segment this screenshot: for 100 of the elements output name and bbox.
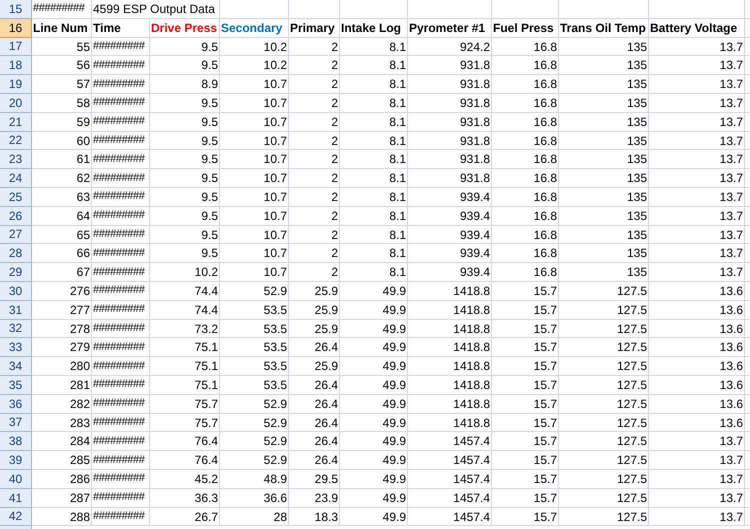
cell-text: 8.1 — [388, 38, 407, 56]
cell-text: 127.5 — [616, 433, 648, 450]
cell-text: 288 — [68, 508, 91, 526]
cell-text: 16.8 — [532, 38, 558, 56]
row-number[interactable]: 27 — [0, 226, 32, 244]
cell-text: 1418.8 — [452, 358, 491, 376]
row-number[interactable]: 16 — [0, 18, 32, 38]
cell-text: Trans Oil Temp — [559, 20, 647, 37]
row-number[interactable]: 32 — [0, 320, 32, 338]
cell-text: 15.7 — [532, 508, 558, 526]
cell-text: 53.5 — [262, 302, 288, 319]
cell-text: 13.6 — [718, 320, 744, 338]
row-number[interactable]: 28 — [0, 244, 32, 264]
cell-text: 15.7 — [532, 339, 558, 356]
cell-text: 13.7 — [718, 170, 744, 188]
cell-text: 13.6 — [718, 414, 744, 432]
cell-text: 13.7 — [718, 433, 744, 450]
row-number[interactable]: 24 — [0, 169, 32, 188]
cell-text: ######### — [92, 227, 146, 242]
cell-text: 2 — [330, 208, 339, 225]
cell-text: 28 — [272, 508, 288, 526]
cell-text: 2 — [330, 57, 339, 74]
row-number[interactable]: 20 — [0, 94, 32, 113]
cell-text: 13.7 — [718, 57, 744, 74]
row-number[interactable]: 34 — [0, 357, 32, 376]
cell-text: 16.8 — [532, 226, 558, 244]
cell-text: 8.1 — [388, 188, 407, 206]
cell-text: 278 — [68, 320, 91, 338]
cell-text: 276 — [68, 282, 91, 300]
cell-text: 931.8 — [458, 57, 491, 74]
cell-text: ######### — [92, 434, 146, 449]
cell-text: 286 — [68, 470, 91, 488]
row-number[interactable]: 33 — [0, 338, 32, 358]
cell-text: 75.7 — [194, 414, 219, 432]
row-number[interactable]: 25 — [0, 188, 32, 207]
cell-text: 127.5 — [616, 282, 648, 300]
row-number[interactable]: 15 — [0, 0, 32, 19]
cell-text: 8.1 — [388, 245, 407, 262]
row-number[interactable]: 37 — [0, 414, 32, 432]
cell-text: ######### — [92, 321, 146, 336]
cell-text: 16.8 — [532, 132, 558, 150]
cell-text: 15.7 — [532, 320, 558, 338]
cell-text: 26.4 — [314, 396, 339, 413]
cell-text: 8.1 — [388, 170, 407, 188]
cell-text: 13.7 — [718, 470, 744, 488]
cell-text: 76.4 — [194, 433, 219, 450]
cell-text: 2 — [330, 264, 339, 282]
cell-text: 10.7 — [262, 94, 288, 112]
row-number[interactable]: 35 — [0, 376, 32, 395]
cell-text: 285 — [68, 452, 91, 470]
cell-text: 13.7 — [718, 245, 744, 262]
cell-text: ######### — [92, 415, 146, 430]
cell-text: 13.7 — [718, 132, 744, 150]
row-number[interactable]: 30 — [0, 282, 32, 301]
row-number[interactable]: 38 — [0, 432, 32, 452]
cell-text: 1457.4 — [452, 452, 491, 470]
row-number[interactable]: 42 — [0, 508, 32, 526]
cell-text: 135 — [626, 76, 648, 94]
row-number[interactable]: 31 — [0, 300, 32, 320]
cell-text: 15.7 — [532, 396, 558, 413]
cell-text: 135 — [626, 132, 648, 150]
cell-text: 23.9 — [314, 490, 339, 507]
cell-text: 1418.8 — [452, 414, 491, 432]
cell-text: 127.5 — [616, 470, 648, 488]
cell-text: 931.8 — [458, 132, 491, 150]
cell-text: 52.9 — [262, 282, 288, 300]
row-number[interactable]: 41 — [0, 488, 32, 508]
cell-text: 26.4 — [314, 376, 339, 394]
cell-text: ######### — [92, 114, 146, 130]
row-number[interactable]: 36 — [0, 394, 32, 414]
cell-text: 13.7 — [718, 94, 744, 112]
row-number[interactable]: 21 — [0, 112, 32, 132]
row-number[interactable]: 19 — [0, 75, 32, 94]
cell-text: 52.9 — [262, 452, 288, 470]
cell-text: 279 — [68, 339, 91, 356]
row-number[interactable]: 39 — [0, 451, 32, 470]
cell-text: 1418.8 — [452, 376, 491, 394]
cell-text: 52.9 — [262, 433, 288, 450]
cell-text: 15.7 — [532, 452, 558, 470]
row-number[interactable]: 40 — [0, 470, 32, 489]
cell-text: 57 — [76, 76, 91, 94]
row-number[interactable]: 18 — [0, 56, 32, 76]
cell-text: 45.2 — [194, 470, 219, 488]
cell-text: 75.1 — [194, 376, 219, 394]
row-number[interactable]: 17 — [0, 38, 32, 56]
cell-text: 8.1 — [388, 132, 407, 150]
row-number[interactable]: 26 — [0, 206, 32, 226]
row-number[interactable]: 22 — [0, 132, 32, 150]
row-number[interactable]: 29 — [0, 263, 32, 282]
cell-text: 2 — [330, 226, 339, 244]
cell-text: 13.7 — [718, 508, 744, 526]
cell-text: 281 — [68, 376, 91, 394]
cell-text: 939.4 — [458, 245, 491, 262]
row-number[interactable]: 23 — [0, 150, 32, 170]
cell-text: 2 — [330, 132, 339, 150]
cell-text: 127.5 — [616, 452, 648, 470]
cell-text: 10.7 — [262, 114, 288, 131]
cell-text: 2 — [330, 151, 339, 168]
cell-text: 10.7 — [262, 188, 288, 206]
cell-text: 15.7 — [532, 433, 558, 450]
